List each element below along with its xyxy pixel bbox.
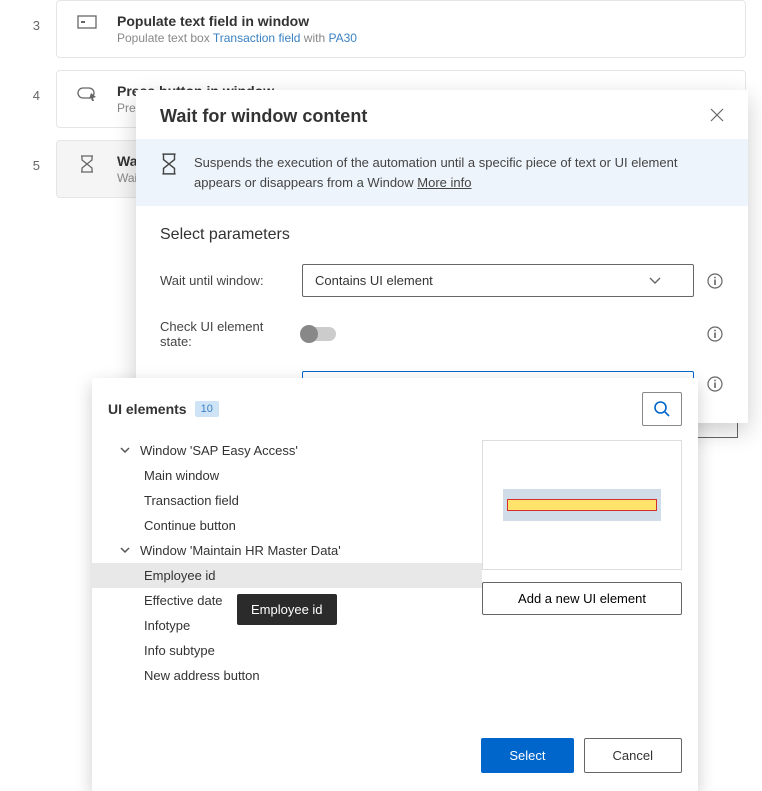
tree-leaf[interactable]: Effective date bbox=[92, 588, 482, 613]
tree-leaf[interactable]: Main window bbox=[92, 463, 482, 488]
step-number: 5 bbox=[16, 140, 40, 173]
info-icon[interactable] bbox=[706, 326, 724, 342]
link-transaction-field[interactable]: Transaction field bbox=[213, 31, 301, 45]
wait-for-window-dialog: Wait for window content Suspends the exe… bbox=[136, 90, 748, 423]
textbox-icon bbox=[73, 13, 101, 29]
tree-leaf[interactable]: Infotype bbox=[92, 613, 482, 638]
dialog-header: Wait for window content bbox=[136, 90, 748, 139]
info-icon[interactable] bbox=[706, 273, 724, 289]
chevron-down-icon bbox=[120, 443, 134, 458]
picker-heading: UI elements 10 bbox=[108, 401, 219, 417]
cancel-button[interactable]: Cancel bbox=[584, 738, 682, 773]
count-badge: 10 bbox=[195, 401, 219, 417]
select-value: Contains UI element bbox=[315, 273, 433, 288]
hourglass-icon bbox=[160, 153, 178, 180]
step-subtitle: Populate text box Transaction field with… bbox=[117, 31, 729, 45]
step-row: 3 Populate text field in window Populate… bbox=[16, 0, 746, 58]
step-body: Populate text field in window Populate t… bbox=[117, 13, 729, 45]
step-number: 3 bbox=[16, 0, 40, 33]
tree-node-window[interactable]: Window 'SAP Easy Access' bbox=[92, 438, 482, 463]
dialog-title: Wait for window content bbox=[160, 106, 367, 127]
close-button[interactable] bbox=[706, 104, 728, 129]
param-check-state: Check UI element state: bbox=[160, 319, 724, 349]
wait-until-select[interactable]: Contains UI element bbox=[302, 264, 694, 297]
picker-header: UI elements 10 bbox=[92, 392, 698, 434]
preview-element-highlight bbox=[503, 489, 661, 521]
chevron-down-icon bbox=[120, 543, 134, 558]
search-button[interactable] bbox=[642, 392, 682, 426]
info-bar: Suspends the execution of the automation… bbox=[136, 139, 748, 206]
step-title: Populate text field in window bbox=[117, 13, 729, 29]
more-info-link[interactable]: More info bbox=[417, 175, 471, 190]
tree-leaf[interactable]: Transaction field bbox=[92, 488, 482, 513]
ui-element-tree: Window 'SAP Easy Access' Main window Tra… bbox=[92, 434, 482, 692]
info-text: Suspends the execution of the automation… bbox=[194, 153, 728, 192]
chevron-down-icon bbox=[649, 277, 661, 285]
tree-leaf[interactable]: Info subtype bbox=[92, 638, 482, 663]
check-state-toggle[interactable] bbox=[302, 327, 336, 341]
preview-box bbox=[482, 440, 682, 570]
step-number: 4 bbox=[16, 70, 40, 103]
param-wait-until: Wait until window: Contains UI element bbox=[160, 264, 724, 297]
info-icon[interactable] bbox=[706, 376, 724, 392]
close-icon bbox=[710, 108, 724, 122]
step-card[interactable]: Populate text field in window Populate t… bbox=[56, 0, 746, 58]
param-label: Wait until window: bbox=[160, 273, 290, 288]
param-label: Check UI element state: bbox=[160, 319, 290, 349]
tree-leaf-selected[interactable]: Employee id bbox=[92, 563, 482, 588]
preview-panel: Add a new UI element bbox=[482, 440, 682, 615]
select-button[interactable]: Select bbox=[481, 738, 573, 773]
add-ui-element-button[interactable]: Add a new UI element bbox=[482, 582, 682, 615]
tree-node-window[interactable]: Window 'Maintain HR Master Data' bbox=[92, 538, 482, 563]
hourglass-icon bbox=[73, 153, 101, 173]
params-heading: Select parameters bbox=[160, 226, 724, 244]
cursor-icon bbox=[73, 83, 101, 101]
tree-leaf[interactable]: Continue button bbox=[92, 513, 482, 538]
ui-element-picker: UI elements 10 Window 'SAP Easy Access' … bbox=[92, 378, 698, 791]
link-pa30[interactable]: PA30 bbox=[328, 31, 356, 45]
picker-footer: Select Cancel bbox=[92, 722, 698, 773]
search-icon bbox=[653, 400, 671, 418]
tree-leaf[interactable]: New address button bbox=[92, 663, 482, 688]
